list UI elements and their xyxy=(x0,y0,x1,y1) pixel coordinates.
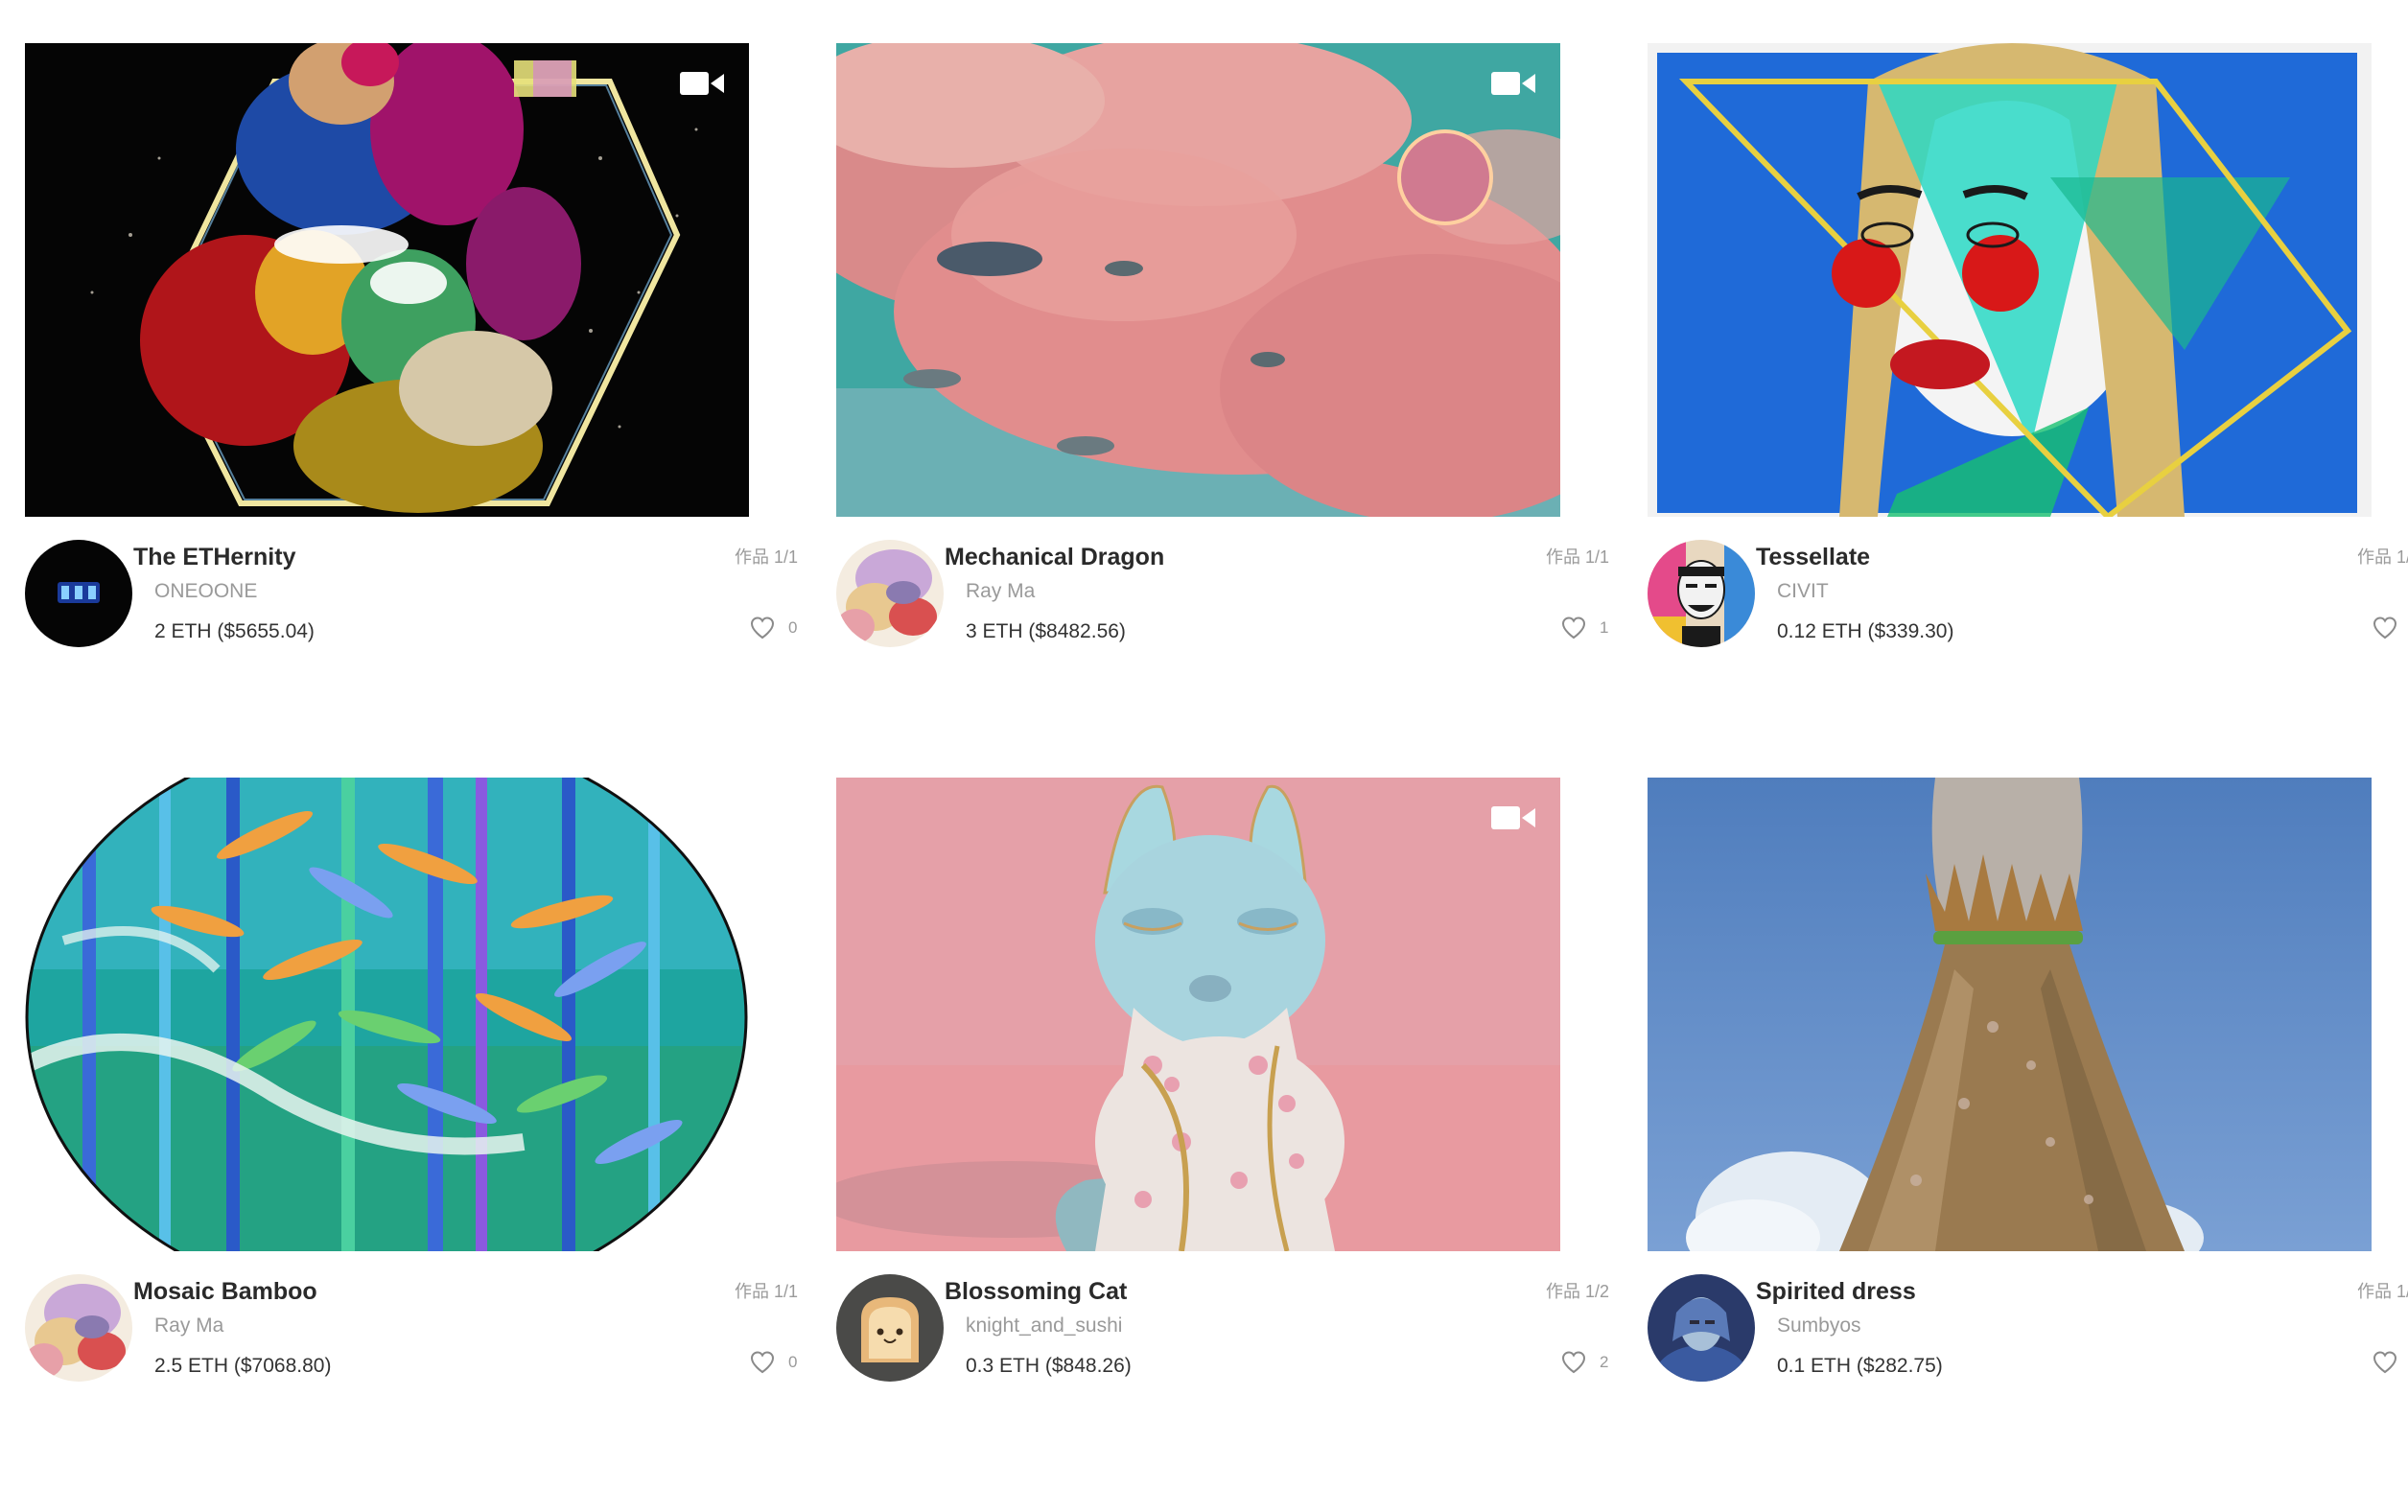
artist-name[interactable]: ONEOONE xyxy=(154,580,257,603)
like-button[interactable]: 0 xyxy=(750,616,798,640)
artist-name[interactable]: CIVIT xyxy=(1777,580,1829,603)
artist-avatar[interactable] xyxy=(1648,540,1755,647)
artwork-image xyxy=(836,43,1560,517)
artwork-card[interactable]: Blossoming Cat knight_and_sushi 0.3 ETH … xyxy=(836,778,1609,1512)
avatar-image xyxy=(836,540,944,647)
artwork-info: Mechanical Dragon Ray Ma 3 ETH ($8482.56… xyxy=(836,540,1609,664)
artist-name[interactable]: knight_and_sushi xyxy=(966,1314,1122,1338)
artwork-card[interactable]: The ETHernity ONEOONE 2 ETH ($5655.04) 作… xyxy=(25,43,798,778)
edition-label: 作品 1/1 xyxy=(734,547,798,567)
artwork-thumbnail[interactable] xyxy=(836,778,1560,1251)
artwork-title[interactable]: Tessellate xyxy=(1756,544,1870,571)
artist-avatar[interactable] xyxy=(25,540,132,647)
like-button[interactable]: 1 xyxy=(2373,1351,2408,1374)
like-count: 2 xyxy=(1600,1353,1609,1371)
like-count: 1 xyxy=(1600,618,1609,637)
artwork-price: 2.5 ETH ($7068.80) xyxy=(154,1355,332,1377)
artwork-price: 2 ETH ($5655.04) xyxy=(154,620,315,642)
artwork-image xyxy=(25,43,749,517)
heart-outline-icon xyxy=(750,616,775,640)
edition-label: 作品 1/1 xyxy=(1545,547,1609,567)
artwork-thumbnail[interactable] xyxy=(25,43,749,517)
edition-label: 作品 1/1 xyxy=(734,1282,798,1301)
artwork-info: Blossoming Cat knight_and_sushi 0.3 ETH … xyxy=(836,1274,1609,1399)
artwork-info: The ETHernity ONEOONE 2 ETH ($5655.04) 作… xyxy=(25,540,798,664)
artwork-thumbnail[interactable] xyxy=(1648,43,2372,517)
like-count: 0 xyxy=(788,618,798,637)
edition-label: 作品 1/2 xyxy=(1545,1282,1609,1301)
like-button[interactable]: 0 xyxy=(750,1351,798,1374)
avatar-image xyxy=(25,1274,132,1382)
edition-label: 作品 1/3 xyxy=(2356,547,2408,567)
artwork-image xyxy=(1648,778,2372,1251)
artwork-price: 0.3 ETH ($848.26) xyxy=(966,1355,1132,1377)
like-button[interactable]: 1 xyxy=(2373,616,2408,640)
artwork-image xyxy=(25,778,749,1251)
artwork-thumbnail[interactable] xyxy=(1648,778,2372,1251)
like-count: 0 xyxy=(788,1353,798,1371)
artwork-card[interactable]: Tessellate CIVIT 0.12 ETH ($339.30) 作品 1… xyxy=(1648,43,2408,778)
avatar-image xyxy=(836,1274,944,1382)
heart-outline-icon xyxy=(1561,616,1586,640)
artist-name[interactable]: Ray Ma xyxy=(154,1314,223,1338)
artwork-info: Spirited dress Sumbyos 0.1 ETH ($282.75)… xyxy=(1648,1274,2408,1399)
artwork-thumbnail[interactable] xyxy=(25,778,749,1251)
artist-avatar[interactable] xyxy=(836,1274,944,1382)
artwork-title[interactable]: Blossoming Cat xyxy=(945,1278,1127,1306)
artist-avatar[interactable] xyxy=(836,540,944,647)
artwork-card[interactable]: Spirited dress Sumbyos 0.1 ETH ($282.75)… xyxy=(1648,778,2408,1512)
artwork-title[interactable]: Mosaic Bamboo xyxy=(133,1278,317,1306)
artwork-grid: The ETHernity ONEOONE 2 ETH ($5655.04) 作… xyxy=(25,43,2408,1512)
avatar-image xyxy=(1648,540,1755,647)
heart-outline-icon xyxy=(1561,1351,1586,1374)
artwork-card[interactable]: Mosaic Bamboo Ray Ma 2.5 ETH ($7068.80) … xyxy=(25,778,798,1512)
video-camera-icon xyxy=(680,70,724,97)
heart-outline-icon xyxy=(750,1351,775,1374)
artist-avatar[interactable] xyxy=(1648,1274,1755,1382)
artwork-image xyxy=(836,778,1560,1251)
heart-outline-icon xyxy=(2373,1351,2397,1374)
artwork-info: Mosaic Bamboo Ray Ma 2.5 ETH ($7068.80) … xyxy=(25,1274,798,1399)
artwork-thumbnail[interactable] xyxy=(836,43,1560,517)
avatar-image xyxy=(1648,1274,1755,1382)
heart-outline-icon xyxy=(2373,616,2397,640)
video-camera-icon xyxy=(1491,804,1535,831)
artist-avatar[interactable] xyxy=(25,1274,132,1382)
artwork-image xyxy=(1648,43,2372,517)
artwork-price: 0.1 ETH ($282.75) xyxy=(1777,1355,1943,1377)
artwork-title[interactable]: The ETHernity xyxy=(133,544,295,571)
artwork-card[interactable]: Mechanical Dragon Ray Ma 3 ETH ($8482.56… xyxy=(836,43,1609,778)
avatar-image xyxy=(25,540,132,647)
artwork-price: 0.12 ETH ($339.30) xyxy=(1777,620,1954,642)
artwork-price: 3 ETH ($8482.56) xyxy=(966,620,1126,642)
artwork-info: Tessellate CIVIT 0.12 ETH ($339.30) 作品 1… xyxy=(1648,540,2408,664)
artist-name[interactable]: Sumbyos xyxy=(1777,1314,1861,1338)
like-button[interactable]: 1 xyxy=(1561,616,1609,640)
artist-name[interactable]: Ray Ma xyxy=(966,580,1035,603)
edition-label: 作品 1/5 xyxy=(2356,1282,2408,1301)
like-button[interactable]: 2 xyxy=(1561,1351,1609,1374)
video-camera-icon xyxy=(1491,70,1535,97)
artwork-title[interactable]: Mechanical Dragon xyxy=(945,544,1164,571)
artwork-title[interactable]: Spirited dress xyxy=(1756,1278,1916,1306)
